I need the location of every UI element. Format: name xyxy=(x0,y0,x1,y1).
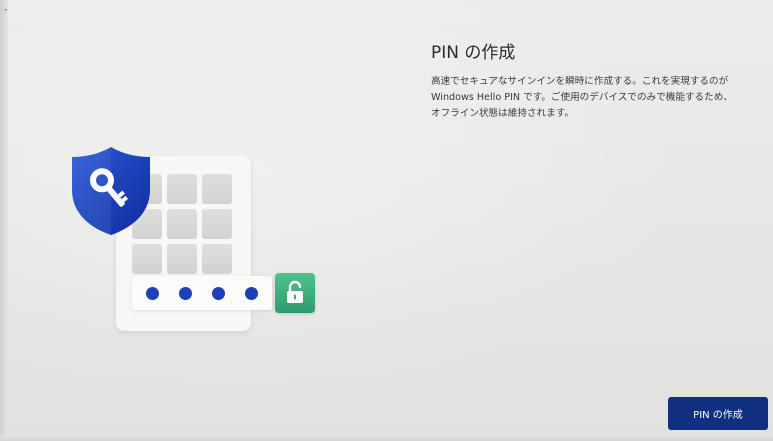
pin-dot xyxy=(245,287,258,300)
keypad-key xyxy=(167,244,197,274)
description-line: オフライン状態は維持されます。 xyxy=(431,108,574,119)
pin-entry-bar xyxy=(132,276,272,310)
keypad-key xyxy=(167,209,197,239)
keypad-key xyxy=(202,244,232,274)
pin-illustration xyxy=(60,140,330,340)
create-pin-button[interactable]: PIN の作成 xyxy=(668,397,768,430)
pin-dot xyxy=(212,287,225,300)
screen-bezel-left xyxy=(0,0,8,441)
page-title: PIN の作成 xyxy=(431,43,516,63)
pin-dot xyxy=(179,287,192,300)
screen-bezel-bottom xyxy=(0,435,773,441)
pin-dot xyxy=(146,287,159,300)
description-line: Windows Hello PIN です。ご使用のデバイスでのみで機能するため、 xyxy=(431,92,733,103)
unlock-icon xyxy=(275,273,315,313)
description-line: 高速でセキュアなサインインを瞬時に作成する。これを実現するのが xyxy=(431,76,729,87)
oobe-pin-setup-screen: - PIN の作成 高速でセキュアなサインインを瞬時に作成する。これを実現するの… xyxy=(0,0,773,441)
keypad-key xyxy=(167,174,197,204)
keypad-key xyxy=(132,244,162,274)
page-description: 高速でセキュアなサインインを瞬時に作成する。これを実現するのが Windows … xyxy=(431,74,766,122)
corner-mark: - xyxy=(3,5,9,15)
keypad-key xyxy=(202,174,232,204)
key-shield-icon xyxy=(68,144,154,238)
keypad-key xyxy=(202,209,232,239)
